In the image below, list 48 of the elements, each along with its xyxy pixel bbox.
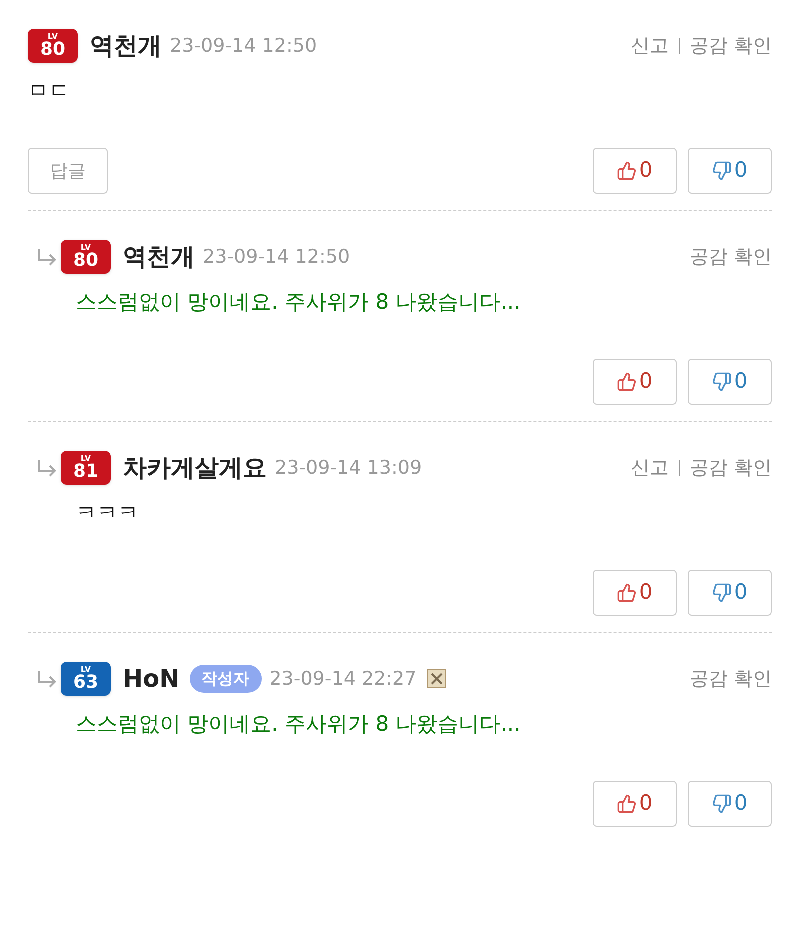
empathy-link[interactable]: 공감 확인 bbox=[690, 664, 772, 694]
comment-date: 23-09-14 12:50 bbox=[170, 34, 318, 59]
level-number: 63 bbox=[73, 674, 99, 692]
level-label: LV bbox=[48, 33, 58, 41]
like-button[interactable]: 0 bbox=[593, 359, 677, 405]
thumbs-down-icon bbox=[712, 161, 732, 181]
author-tag: 작성자 bbox=[190, 665, 262, 693]
dislike-button[interactable]: 0 bbox=[688, 148, 772, 194]
level-number: 80 bbox=[40, 41, 66, 59]
empathy-link[interactable]: 공감 확인 bbox=[690, 32, 772, 60]
comment-text: 스스럼없이 망이네요. 주사위가 8 나왔습니다... bbox=[76, 289, 522, 316]
level-number: 81 bbox=[73, 463, 99, 481]
dislike-button[interactable]: 0 bbox=[688, 359, 772, 405]
thumbs-up-icon bbox=[617, 583, 638, 603]
reply-arrow-icon bbox=[36, 248, 58, 266]
like-button[interactable]: 0 bbox=[593, 570, 677, 616]
username: 역천개 bbox=[123, 242, 195, 273]
thumbs-down-icon bbox=[712, 372, 732, 392]
comment-text: ㅋㅋㅋ bbox=[76, 500, 140, 527]
thumbs-down-icon bbox=[712, 583, 732, 603]
level-number: 80 bbox=[73, 252, 99, 270]
comment-date: 23-09-14 22:27 bbox=[270, 666, 417, 692]
thumbs-up-icon bbox=[617, 794, 638, 814]
level-label: LV bbox=[80, 666, 92, 674]
close-icon[interactable] bbox=[426, 669, 447, 689]
username: HoN bbox=[123, 664, 180, 695]
reply-arrow-icon bbox=[36, 670, 58, 688]
reply-button[interactable]: 답글 bbox=[28, 148, 108, 194]
thumbs-up-icon bbox=[617, 372, 638, 392]
report-link[interactable]: 신고 bbox=[630, 454, 669, 482]
reply-arrow-icon bbox=[36, 459, 58, 477]
empathy-link[interactable]: 공감 확인 bbox=[690, 242, 772, 272]
like-button[interactable]: 0 bbox=[593, 148, 677, 194]
comment-text: 스스럼없이 망이네요. 주사위가 8 나왔습니다... bbox=[76, 711, 522, 738]
report-link[interactable]: 신고 bbox=[630, 32, 669, 60]
dislike-button[interactable]: 0 bbox=[688, 570, 772, 616]
level-label: LV bbox=[80, 244, 92, 252]
comment-date: 23-09-14 12:50 bbox=[203, 244, 350, 270]
like-button[interactable]: 0 bbox=[593, 781, 677, 827]
comment-date: 23-09-14 13:09 bbox=[275, 456, 422, 481]
username: 차카게살게요 bbox=[123, 453, 267, 484]
dislike-button[interactable]: 0 bbox=[688, 781, 772, 827]
username: 역천개 bbox=[90, 31, 162, 62]
comment-text: ㅁㄷ bbox=[28, 78, 71, 105]
level-label: LV bbox=[80, 455, 92, 463]
thumbs-up-icon bbox=[617, 161, 638, 181]
empathy-link[interactable]: 공감 확인 bbox=[690, 454, 772, 482]
thumbs-down-icon bbox=[712, 794, 732, 814]
